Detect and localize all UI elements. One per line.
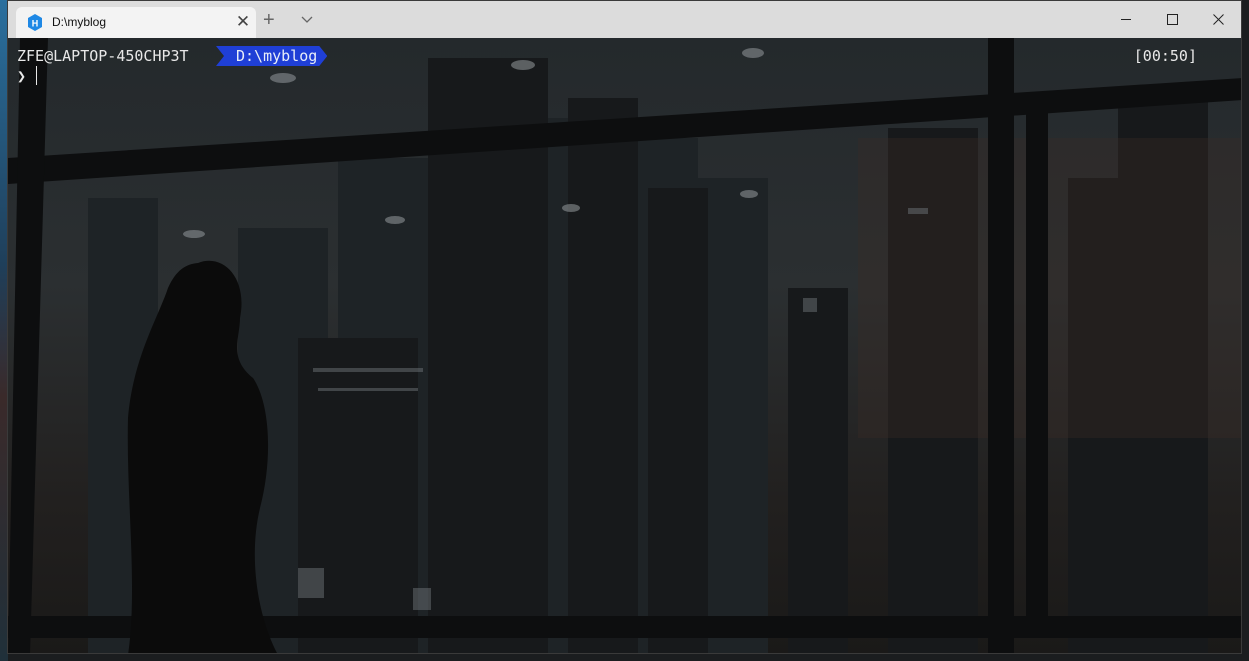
tab-myblog[interactable]: H D:\myblog ✕ [16, 7, 256, 38]
text-cursor [36, 66, 37, 85]
minimize-button[interactable] [1103, 1, 1149, 38]
new-tab-button[interactable]: + [263, 10, 275, 30]
prompt-symbol: ❯ [17, 67, 27, 85]
terminal-app-icon: H [28, 14, 42, 31]
cityscape-background-image [8, 38, 1241, 653]
minimize-icon [1120, 19, 1131, 20]
close-icon [1212, 14, 1224, 25]
chevron-down-icon[interactable] [300, 13, 314, 27]
prompt-path-segment: D:\myblog [216, 46, 327, 66]
terminal-pane[interactable]: ZFE@LAPTOP-450CHP3T D:\myblog [00:50] ❯ [8, 38, 1241, 653]
maximize-button[interactable] [1149, 1, 1195, 38]
close-window-button[interactable] [1195, 1, 1241, 38]
prompt-user-host: ZFE@LAPTOP-450CHP3T [17, 47, 189, 65]
title-bar[interactable]: H D:\myblog ✕ + [8, 1, 1241, 38]
terminal-window: H D:\myblog ✕ + ZFE@LAPTOP-450CHP3T D:\m… [7, 0, 1242, 654]
close-tab-icon[interactable]: ✕ [234, 13, 252, 31]
prompt-clock: [00:50] [1133, 47, 1197, 65]
tab-title: D:\myblog [52, 15, 107, 29]
maximize-icon [1166, 14, 1178, 25]
svg-text:H: H [32, 19, 39, 29]
